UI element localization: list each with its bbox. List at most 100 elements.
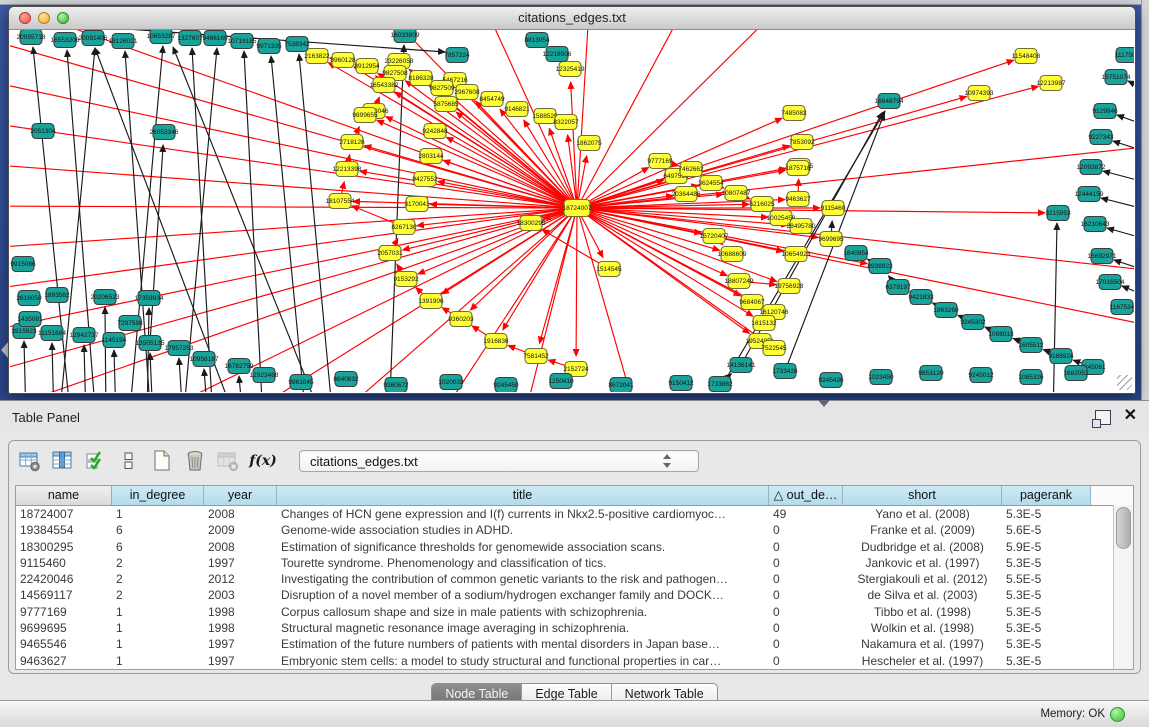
vertical-scrollbar[interactable] (1113, 505, 1133, 669)
splitter-grip-icon[interactable] (818, 400, 830, 407)
graph-node[interactable]: 3215953 (1045, 206, 1071, 221)
graph-node[interactable]: 12444159 (1075, 187, 1104, 202)
graph-node[interactable]: 9146821 (504, 102, 530, 117)
graph-node[interactable]: 9360203 (448, 312, 474, 327)
table-row[interactable]: 977716911998Corpus callosum shape and si… (16, 604, 1133, 620)
graph-node[interactable]: 9463627 (785, 192, 811, 207)
graph-node[interactable]: 20364486 (672, 187, 701, 202)
table-selector-dropdown[interactable]: citations_edges.txt (299, 450, 699, 472)
graph-node[interactable]: 7857224 (444, 48, 470, 63)
graph-node[interactable]: 1145194 (102, 333, 127, 348)
graph-node[interactable]: 12325419 (556, 62, 585, 77)
column-chooser-icon[interactable] (116, 448, 142, 474)
collapse-arrow-icon[interactable] (0, 342, 8, 358)
row-checks-icon[interactable] (83, 448, 109, 474)
graph-node[interactable]: 1023450 (868, 370, 894, 385)
graph-node[interactable]: 9827509 (429, 81, 455, 96)
graph-node[interactable]: 9227343 (1088, 130, 1114, 145)
graph-node[interactable]: 2967608 (454, 85, 480, 100)
minimize-window-icon[interactable] (38, 12, 50, 24)
table-row[interactable]: 1938455462009Genome-wide association stu… (16, 522, 1133, 538)
trash-icon[interactable] (182, 448, 208, 474)
table-row[interactable]: 969969511998Structural magnetic resonanc… (16, 620, 1133, 636)
column-header-year[interactable]: year (204, 486, 277, 505)
graph-node[interactable]: 18107554 (326, 194, 355, 209)
graph-node[interactable]: 20206523 (91, 290, 120, 305)
side-panel-edge[interactable] (1141, 0, 1149, 400)
graph-node[interactable]: 12218506 (543, 47, 572, 62)
graph-node[interactable]: 1020032 (438, 375, 464, 390)
graph-node[interactable]: 19756928 (775, 279, 804, 294)
graph-node[interactable]: 3624554 (698, 176, 724, 191)
window-resize-grip[interactable] (1117, 375, 1132, 390)
graph-node[interactable]: 1117504 (1115, 48, 1134, 63)
graph-node[interactable]: 12942737 (70, 328, 99, 343)
close-panel-icon[interactable]: ✕ (1124, 406, 1137, 426)
graph-node[interactable]: 18300295 (517, 216, 546, 231)
table-row[interactable]: 1456911722003Disruption of a novel membe… (16, 587, 1133, 603)
graph-node[interactable]: 2057031 (377, 246, 403, 261)
table-row[interactable]: 946554611997Estimation of the future num… (16, 636, 1133, 652)
network-view-window[interactable]: citations_edges.txt 18724007216382289601… (8, 6, 1136, 394)
graph-node[interactable]: 26053346 (150, 125, 179, 140)
graph-node[interactable]: 2163822 (304, 49, 330, 64)
graph-node[interactable]: 1514545 (596, 262, 622, 277)
graph-node[interactable]: 8267130 (391, 220, 417, 235)
graph-node[interactable]: 9242848 (422, 124, 448, 139)
graph-node[interactable]: 10958187 (190, 352, 219, 367)
graph-node[interactable]: 1435081 (17, 312, 43, 327)
graph-node[interactable]: 9915086 (10, 257, 36, 272)
graph-node[interactable]: 10719185 (228, 34, 257, 49)
scrollbar-thumb[interactable] (1116, 507, 1131, 549)
column-header-in_degree[interactable]: in_degree (112, 486, 204, 505)
graph-node[interactable]: 1327607 (177, 31, 203, 46)
graph-node[interactable]: 1916836 (483, 334, 509, 349)
graph-node[interactable]: 28495780 (787, 219, 816, 234)
graph-node[interactable]: 17957253 (165, 341, 194, 356)
graph-node[interactable]: 18126021 (109, 34, 138, 49)
network-graph-canvas[interactable]: 1872400721638228960128891295423226058982… (10, 30, 1134, 392)
graph-node[interactable]: 10688609 (718, 247, 747, 262)
graph-node[interactable]: 7853092 (789, 135, 815, 150)
graph-node[interactable]: 9421833 (908, 290, 934, 305)
graph-node[interactable]: 8640832 (333, 372, 359, 387)
graph-node[interactable]: 9150412 (668, 376, 694, 391)
graph-node[interactable]: 8938923 (867, 259, 893, 274)
column-header-short[interactable]: short (843, 486, 1002, 505)
graph-node[interactable]: 3170041 (404, 197, 430, 212)
table-row[interactable]: 1872400712008Changes of HCN gene express… (16, 506, 1133, 522)
graph-node[interactable]: 14136141 (727, 358, 756, 373)
graph-node[interactable]: 6216025 (749, 197, 775, 212)
function-builder-icon[interactable]: f(x) (248, 448, 278, 474)
graph-node[interactable]: 6379197 (885, 280, 911, 295)
graph-node[interactable]: 2051304 (30, 124, 56, 139)
graph-node[interactable]: 1167534 (1110, 300, 1134, 315)
graph-node[interactable]: 11548408 (1012, 49, 1041, 64)
float-panel-icon[interactable] (1095, 410, 1111, 425)
graph-node[interactable]: 1893582 (44, 288, 70, 303)
graph-node[interactable]: 11151684 (38, 326, 66, 341)
graph-node[interactable]: 9186924 (1048, 349, 1074, 364)
new-file-icon[interactable] (149, 448, 175, 474)
graph-node[interactable]: 16543382 (370, 78, 399, 93)
graph-node[interactable]: 8960128 (330, 53, 356, 68)
graph-node[interactable]: 7297588 (117, 316, 143, 331)
column-header-title[interactable]: title (277, 486, 769, 505)
window-titlebar[interactable]: citations_edges.txt (9, 7, 1135, 30)
column-header-name[interactable]: name (16, 486, 112, 505)
graph-node[interactable]: 12213987 (1037, 76, 1066, 91)
graph-node[interactable]: 8672041 (608, 378, 634, 393)
graph-node[interactable]: 9466160 (202, 31, 228, 46)
graph-node[interactable]: 1862075 (576, 136, 602, 151)
graph-node[interactable]: 7462662 (678, 162, 704, 177)
graph-node[interactable]: 7522545 (761, 341, 787, 356)
graph-node[interactable]: 1682051 (1063, 366, 1089, 381)
table-row[interactable]: 1830029562008Estimation of significance … (16, 539, 1133, 555)
graph-node[interactable]: 9427552 (412, 172, 438, 187)
graph-node[interactable]: 9699695 (818, 232, 844, 247)
graph-node[interactable]: 16553208 (51, 33, 80, 48)
graph-node[interactable]: 10654923 (782, 247, 811, 262)
graph-node[interactable]: 1605512 (1018, 338, 1044, 353)
graph-node[interactable]: 8912954 (354, 59, 380, 74)
graph-node[interactable]: 9899655 (352, 108, 378, 123)
